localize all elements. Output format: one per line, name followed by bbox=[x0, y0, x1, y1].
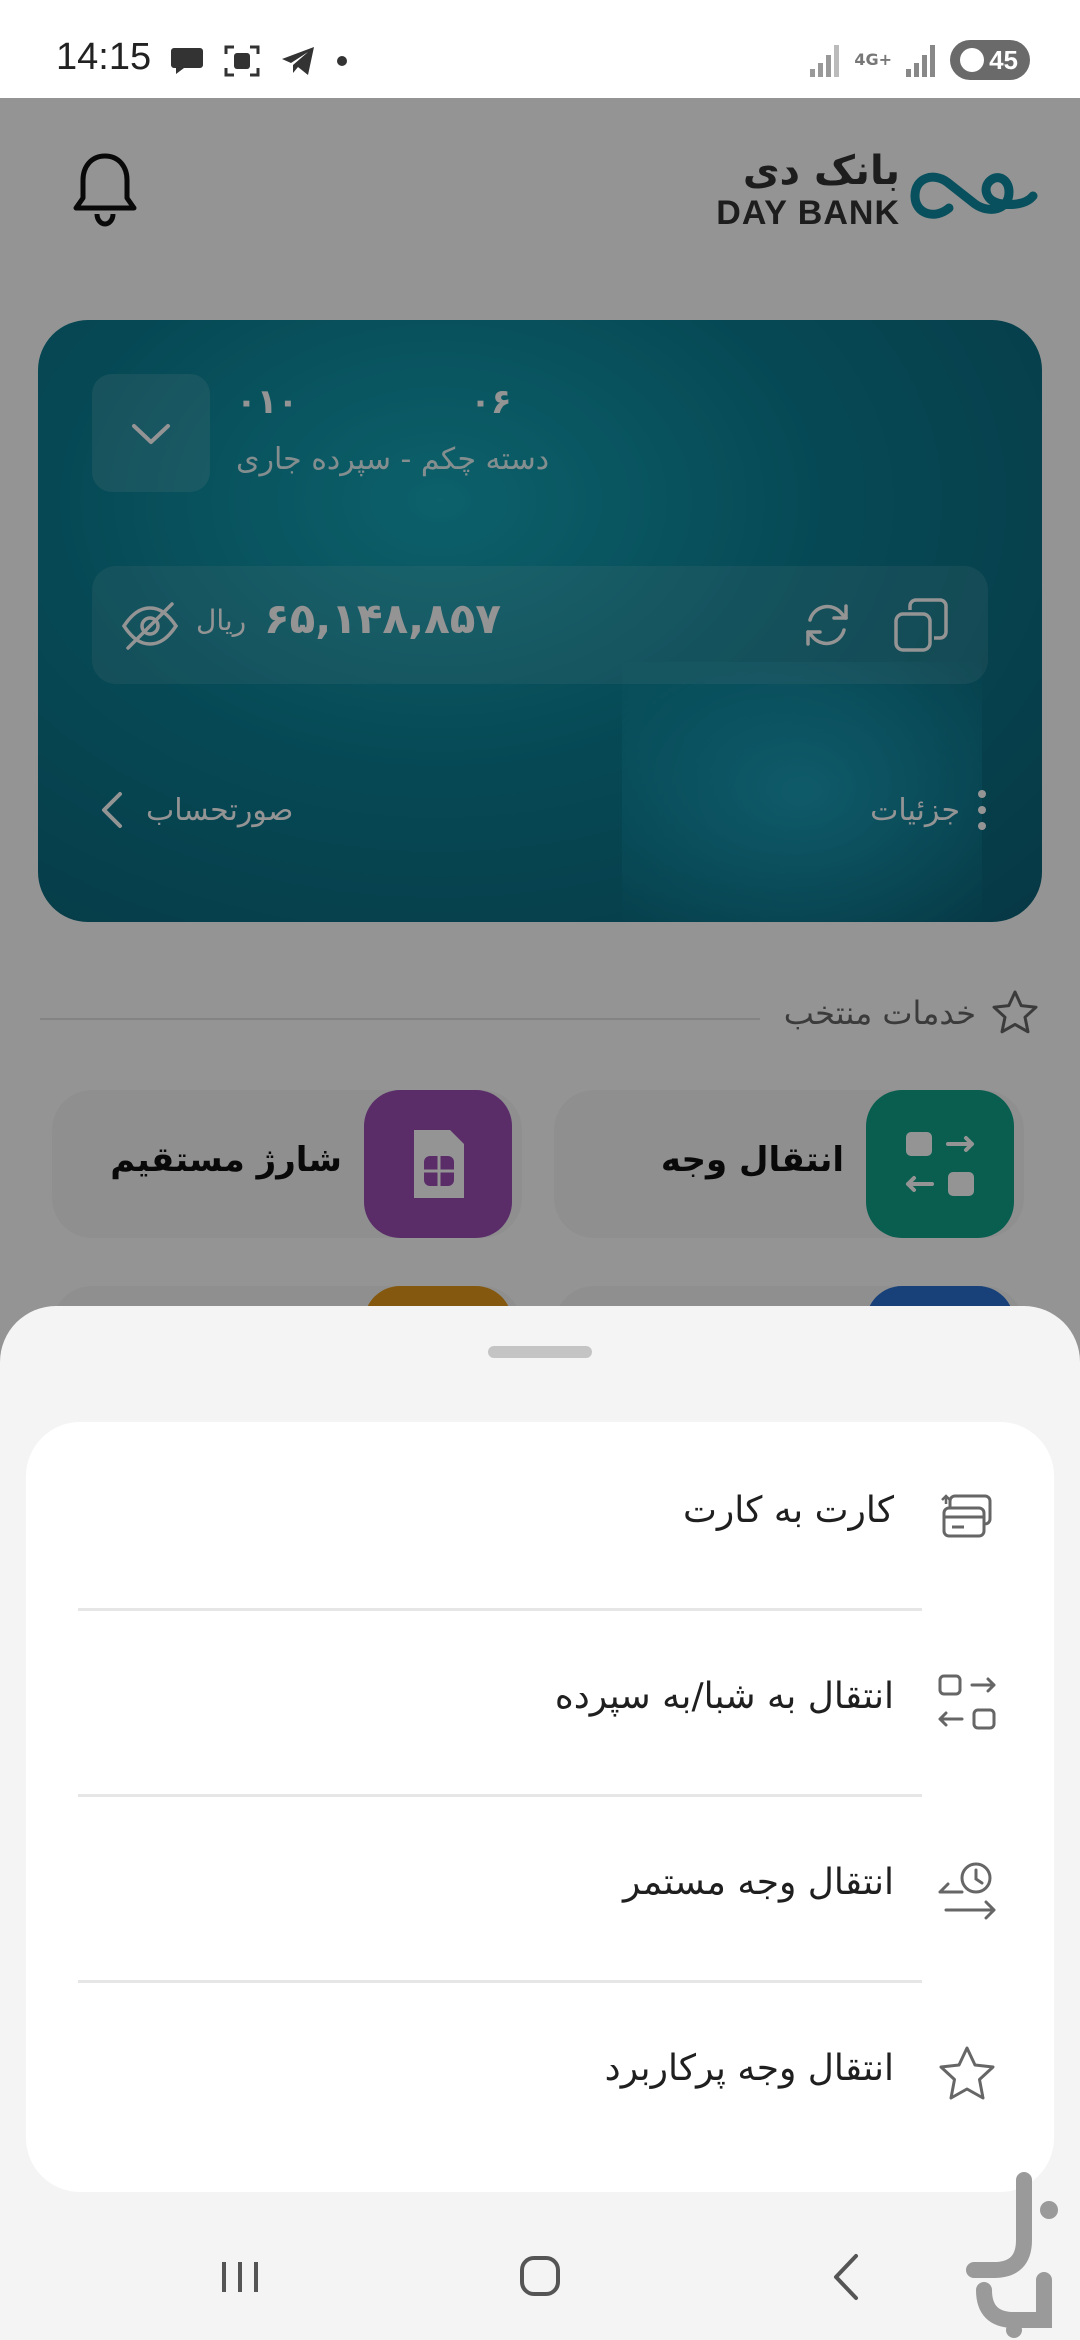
menu-item-sheba-transfer[interactable]: انتقال به شبا/به سپرده bbox=[26, 1608, 1054, 1794]
menu-item-label: انتقال وجه پرکاربرد bbox=[604, 2048, 894, 2089]
chat-bubble-icon bbox=[171, 48, 203, 74]
signal-icon-2 bbox=[906, 45, 935, 77]
scan-icon bbox=[224, 45, 260, 77]
system-nav-bar bbox=[0, 2222, 1080, 2340]
dot-icon bbox=[337, 56, 347, 66]
recurring-transfer-icon bbox=[938, 1862, 996, 1920]
menu-item-label: کارت به کارت bbox=[683, 1490, 894, 1531]
battery-indicator: 45 bbox=[950, 40, 1030, 80]
transfer-icon bbox=[938, 1674, 996, 1730]
menu-item-card-to-card[interactable]: کارت به کارت bbox=[26, 1422, 1054, 1608]
status-time: 14:15 bbox=[56, 36, 152, 78]
system-icons: 4G+ 45 bbox=[810, 40, 1030, 80]
telegram-icon bbox=[282, 47, 314, 75]
signal-icon bbox=[810, 45, 840, 77]
menu-item-label: انتقال به شبا/به سپرده bbox=[554, 1676, 894, 1717]
menu-item-label: انتقال وجه مستمر bbox=[623, 1862, 894, 1903]
menu-item-frequent-transfer[interactable]: انتقال وجه پرکاربرد bbox=[26, 1980, 1054, 2166]
status-bar: 14:15 4G+ 45 bbox=[0, 0, 1080, 98]
transfer-bottom-sheet: کارت به کارت انتقال به شبا/به سپرده انتق… bbox=[0, 1306, 1080, 2340]
network-type: 4G+ bbox=[854, 50, 892, 69]
transfer-menu: کارت به کارت انتقال به شبا/به سپرده انتق… bbox=[26, 1422, 1054, 2192]
back-icon[interactable] bbox=[806, 2242, 886, 2312]
card-to-card-icon bbox=[941, 1494, 992, 1538]
menu-item-recurring-transfer[interactable]: انتقال وجه مستمر bbox=[26, 1794, 1054, 1980]
watermark-logo-icon bbox=[966, 2172, 1058, 2338]
home-icon[interactable] bbox=[500, 2242, 580, 2312]
recents-icon[interactable] bbox=[200, 2242, 280, 2312]
battery-level: 45 bbox=[989, 44, 1018, 75]
sheet-drag-handle[interactable] bbox=[488, 1346, 592, 1358]
star-icon bbox=[939, 2046, 995, 2100]
battery-saver-icon bbox=[960, 48, 984, 72]
notification-icons bbox=[170, 44, 348, 78]
screen: 14:15 4G+ 45 بانک دی DAY BANK ۰۱۰ ۰۶ دست… bbox=[0, 0, 1080, 2340]
